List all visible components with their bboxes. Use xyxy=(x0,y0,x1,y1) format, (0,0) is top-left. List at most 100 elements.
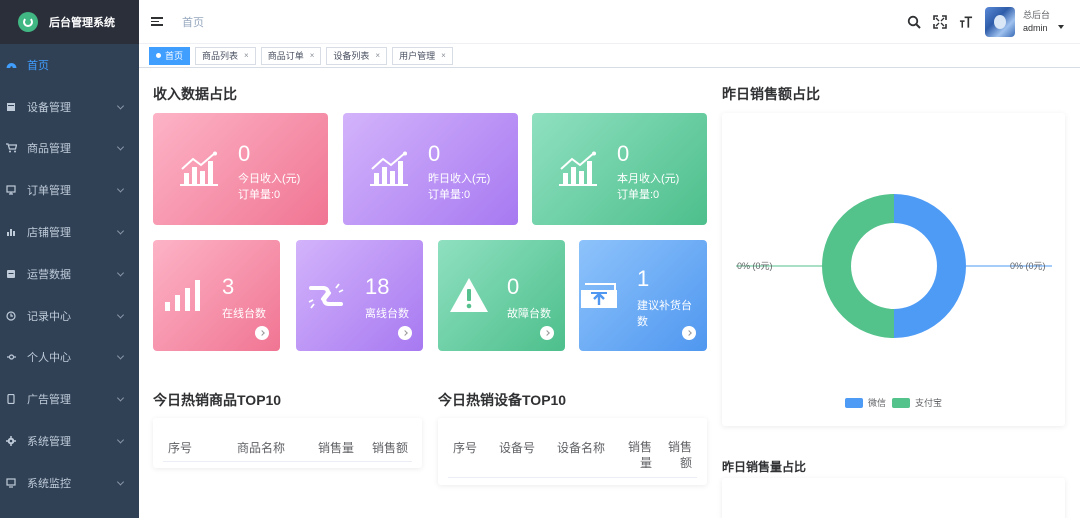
sidebar-item-profile[interactable]: 个人中心 xyxy=(0,337,139,379)
logo-icon xyxy=(18,12,38,32)
table-divider xyxy=(163,461,412,462)
pie-label-right: 0% (0元) xyxy=(1010,261,1046,271)
device-label: 故障台数 xyxy=(507,308,551,320)
sidebar: 后台管理系统 首页 设备管理 商品管理 订单管理 店铺管理 运营数据 记录中心 … xyxy=(0,0,139,518)
column-header: 序号 xyxy=(453,441,478,455)
legend-swatch-alipay[interactable] xyxy=(892,397,911,408)
device-card-fault[interactable]: 0 故障台数 xyxy=(438,240,565,351)
device-label: 在线台数 xyxy=(222,308,266,320)
clock-icon xyxy=(5,311,17,321)
sidebar-item-label: 商品管理 xyxy=(27,143,71,156)
tag-device-list[interactable]: 设备列表 × xyxy=(326,46,388,65)
income-value: 0 xyxy=(238,141,251,166)
bar-chart-icon xyxy=(180,151,218,186)
arrow-right-icon[interactable] xyxy=(398,326,412,340)
device-card-restock[interactable]: 1 建议补货台数 xyxy=(579,240,707,351)
broken-link-icon xyxy=(308,283,344,309)
caret-down-icon[interactable] xyxy=(1058,25,1064,29)
device-icon xyxy=(5,102,17,112)
sidebar-menu: 首页 设备管理 商品管理 订单管理 店铺管理 运营数据 记录中心 个人中心 广告… xyxy=(0,44,139,504)
app-root: 后台管理系统 首页 设备管理 商品管理 订单管理 店铺管理 运营数据 记录中心 … xyxy=(0,0,1080,518)
breadcrumb[interactable]: 首页 xyxy=(182,14,204,30)
column-header: 销售量 xyxy=(318,441,355,455)
sidebar-item-operations[interactable]: 运营数据 xyxy=(0,253,139,295)
pie-label-left: 0% (0元) xyxy=(737,261,773,271)
hot-goods-table: 序号 商品名称 销售量 销售额 xyxy=(153,418,422,468)
sidebar-item-home[interactable]: 首页 xyxy=(0,44,139,86)
income-label: 今日收入(元) xyxy=(238,173,301,185)
sidebar-item-goods[interactable]: 商品管理 xyxy=(0,128,139,170)
chevron-down-icon xyxy=(116,394,125,402)
column-header: 设备名称 xyxy=(557,441,606,455)
tag-label: 商品列表 xyxy=(202,51,239,61)
income-card-today[interactable]: 0 今日收入(元) 订单量:0 xyxy=(153,113,328,225)
tag-goods-list[interactable]: 商品列表 × xyxy=(195,46,256,65)
income-card-yesterday[interactable]: 0 昨日收入(元) 订单量:0 xyxy=(343,113,518,225)
income-label: 本月收入(元) xyxy=(617,173,680,185)
tag-label: 首页 xyxy=(165,51,184,61)
sidebar-item-records[interactable]: 记录中心 xyxy=(0,295,139,337)
fullscreen-icon[interactable] xyxy=(933,15,947,29)
sidebar-item-ads[interactable]: 广告管理 xyxy=(0,378,139,420)
close-icon[interactable]: × xyxy=(310,51,315,60)
tags-view: 首页 商品列表 × 商品订单 × 设备列表 × 用户管理 × xyxy=(139,44,1080,68)
legend-swatch-wechat[interactable] xyxy=(845,397,863,408)
chevron-down-icon xyxy=(116,185,125,193)
pie-slice-1[interactable] xyxy=(822,194,894,338)
tag-label: 设备列表 xyxy=(333,51,370,61)
tag-home[interactable]: 首页 xyxy=(149,46,191,65)
pie-slice-0[interactable] xyxy=(894,194,966,338)
chevron-down-icon xyxy=(116,143,125,152)
sidebar-logo[interactable]: 后台管理系统 xyxy=(0,0,139,44)
device-label: 离线台数 xyxy=(365,308,409,320)
sidebar-item-label: 店铺管理 xyxy=(27,227,71,240)
user-info[interactable]: 总后台 admin xyxy=(1023,9,1050,35)
close-icon[interactable]: × xyxy=(375,51,380,60)
device-value: 3 xyxy=(222,274,235,299)
sidebar-item-label: 广告管理 xyxy=(27,394,71,407)
sidebar-item-system[interactable]: 系统管理 xyxy=(0,420,139,462)
device-value: 0 xyxy=(507,274,520,299)
sidebar-item-shops[interactable]: 店铺管理 xyxy=(0,211,139,253)
order-count: 订单量:0 xyxy=(428,189,471,201)
hamburger-icon[interactable] xyxy=(151,17,163,26)
sidebar-item-label: 设备管理 xyxy=(27,101,71,114)
income-card-month[interactable]: 0 本月收入(元) 订单量:0 xyxy=(532,113,707,225)
column-header: 销售额 xyxy=(668,440,693,470)
sidebar-item-label: 订单管理 xyxy=(27,185,71,198)
order-count: 订单量:0 xyxy=(238,189,281,201)
tag-goods-orders[interactable]: 商品订单 × xyxy=(260,46,322,65)
income-section-title: 收入数据占比 xyxy=(153,86,237,102)
arrow-right-icon[interactable] xyxy=(682,326,696,340)
order-icon xyxy=(5,185,17,195)
arrow-right-icon[interactable] xyxy=(255,326,269,340)
sidebar-item-label: 个人中心 xyxy=(27,352,71,365)
app-title: 后台管理系统 xyxy=(49,17,115,29)
table-divider xyxy=(448,477,697,478)
legend-label-alipay[interactable]: 支付宝 xyxy=(915,396,942,409)
font-size-icon[interactable] xyxy=(959,15,973,29)
sidebar-item-devices[interactable]: 设备管理 xyxy=(0,86,139,128)
sidebar-item-monitor[interactable]: 系统监控 xyxy=(0,462,139,504)
pie-title: 昨日销售额占比 xyxy=(722,86,820,102)
data-icon xyxy=(5,269,17,279)
order-count: 订单量:0 xyxy=(617,189,660,201)
legend-label-wechat[interactable]: 微信 xyxy=(868,396,886,409)
chevron-down-icon xyxy=(116,478,125,486)
income-label: 昨日收入(元) xyxy=(428,173,491,185)
sales-volume-panel xyxy=(722,478,1065,518)
avatar[interactable] xyxy=(984,7,1015,37)
device-card-online[interactable]: 3 在线台数 xyxy=(153,240,280,351)
device-card-offline[interactable]: 18 离线台数 xyxy=(296,240,423,351)
arrow-right-icon[interactable] xyxy=(540,326,554,340)
shop-icon xyxy=(5,227,17,237)
chevron-down-icon xyxy=(116,227,125,235)
column-header: 销售量 xyxy=(628,440,653,470)
close-icon[interactable]: × xyxy=(244,51,249,60)
close-icon[interactable]: × xyxy=(441,51,446,60)
tag-user-manage[interactable]: 用户管理 × xyxy=(392,46,453,65)
column-header: 设备号 xyxy=(499,441,536,455)
search-icon[interactable] xyxy=(907,15,921,29)
sidebar-item-orders[interactable]: 订单管理 xyxy=(0,169,139,211)
device-value: 18 xyxy=(365,274,390,299)
